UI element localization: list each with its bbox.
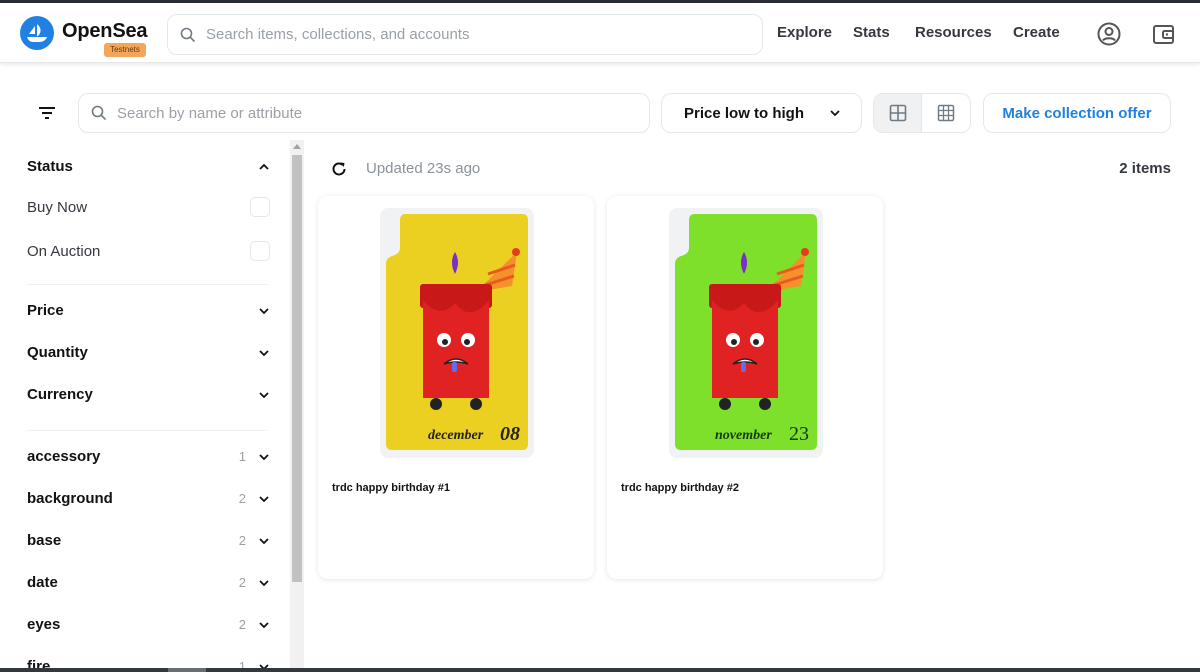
make-collection-offer-button[interactable]: Make collection offer	[983, 93, 1171, 133]
trait-label: date	[27, 574, 58, 591]
filter-currency-title: Currency	[27, 386, 93, 403]
trait-label: base	[27, 532, 62, 549]
candle-artwork-icon: december 08	[386, 214, 528, 450]
nav-explore[interactable]: Explore	[777, 24, 832, 41]
filter-price-title: Price	[27, 302, 64, 319]
candle-artwork-icon: november 23	[675, 214, 817, 450]
large-grid-icon	[889, 104, 906, 122]
nft-card[interactable]: december 08 trdc happy birthday #1	[318, 196, 594, 579]
filter-quantity-title: Quantity	[27, 344, 88, 361]
buy-now-checkbox[interactable]	[250, 197, 270, 217]
refresh-icon[interactable]	[330, 160, 348, 178]
chevron-down-icon	[830, 110, 840, 117]
chevron-down-icon	[259, 537, 269, 544]
art-month: november	[715, 428, 772, 443]
sort-value: Price low to high	[684, 104, 805, 122]
testnets-badge: Testnets	[104, 43, 146, 57]
chevron-down-icon	[259, 453, 269, 460]
chevron-down-icon	[259, 621, 269, 628]
filter-status-title: Status	[27, 158, 73, 175]
scroll-up-arrow-icon[interactable]	[293, 144, 301, 149]
trait-fire[interactable]: fire 1	[27, 658, 270, 668]
divider	[27, 284, 267, 285]
search-icon	[91, 105, 107, 121]
horizontal-scroll-thumb[interactable]	[168, 668, 206, 672]
chevron-down-icon	[259, 579, 269, 586]
account-icon[interactable]	[1096, 21, 1122, 47]
nav-stats[interactable]: Stats	[853, 24, 890, 41]
updated-timestamp: Updated 23s ago	[366, 160, 481, 177]
trait-label: accessory	[27, 448, 101, 465]
trait-label: background	[27, 490, 113, 507]
chevron-down-icon	[259, 391, 269, 398]
divider	[27, 430, 267, 431]
window-bottom-border	[0, 668, 1200, 672]
chevron-down-icon	[259, 349, 269, 356]
top-header: OpenSea Testnets Explore Stats Resources…	[0, 3, 1200, 63]
status-option-on-auction[interactable]: On Auction	[27, 241, 270, 261]
art-day: 08	[500, 423, 520, 445]
trait-count: 2	[238, 575, 246, 590]
small-grid-button[interactable]	[922, 94, 970, 132]
buy-now-label: Buy Now	[27, 198, 88, 216]
filter-quantity[interactable]: Quantity	[27, 344, 270, 361]
collection-search-input[interactable]	[117, 104, 617, 122]
brand-name[interactable]: OpenSea	[62, 20, 148, 43]
global-search[interactable]	[167, 14, 763, 55]
trait-label: fire	[27, 658, 51, 668]
large-grid-button[interactable]	[874, 94, 923, 132]
items-count: 2 items	[1119, 160, 1171, 177]
sidebar-scrollbar[interactable]	[290, 140, 304, 668]
filter-toggle-icon[interactable]	[36, 102, 58, 122]
trait-eyes[interactable]: eyes 2	[27, 616, 270, 633]
filter-currency[interactable]: Currency	[27, 386, 270, 403]
trait-count: 2	[238, 491, 246, 506]
on-auction-checkbox[interactable]	[250, 241, 270, 261]
filter-sidebar: Status Buy Now On Auction Price Quantity…	[0, 140, 290, 668]
trait-count: 1	[238, 449, 246, 464]
trait-background[interactable]: background 2	[27, 490, 270, 507]
nft-card[interactable]: november 23 trdc happy birthday #2	[607, 196, 883, 579]
trait-count: 1	[238, 659, 246, 668]
view-mode-toggle	[873, 93, 971, 133]
nft-name[interactable]: trdc happy birthday #2	[621, 482, 739, 494]
nav-resources[interactable]: Resources	[915, 24, 992, 41]
trait-count: 2	[238, 617, 246, 632]
art-month: december	[428, 428, 484, 443]
nav-create[interactable]: Create	[1013, 24, 1060, 41]
chevron-up-icon	[259, 163, 269, 170]
trait-count: 2	[238, 533, 246, 548]
trait-label: eyes	[27, 616, 61, 633]
collection-search[interactable]	[78, 93, 650, 133]
status-option-buy-now[interactable]: Buy Now	[27, 197, 270, 217]
global-search-input[interactable]	[206, 26, 726, 43]
art-day: 23	[789, 423, 809, 445]
scrollbar-thumb[interactable]	[292, 155, 302, 582]
trait-accessory[interactable]: accessory 1	[27, 448, 270, 465]
chevron-down-icon	[259, 663, 269, 668]
chevron-down-icon	[259, 495, 269, 502]
nft-name[interactable]: trdc happy birthday #1	[332, 482, 450, 494]
opensea-logo-icon[interactable]	[20, 16, 54, 50]
trait-date[interactable]: date 2	[27, 574, 270, 591]
on-auction-label: On Auction	[27, 242, 101, 260]
nft-image: november 23	[669, 208, 823, 458]
nft-image: december 08	[380, 208, 534, 458]
wallet-icon[interactable]	[1151, 21, 1177, 47]
sort-dropdown[interactable]: Price low to high	[661, 93, 862, 133]
filter-status-header[interactable]: Status	[27, 158, 270, 175]
chevron-down-icon	[259, 307, 269, 314]
trait-base[interactable]: base 2	[27, 532, 270, 549]
small-grid-icon	[937, 104, 955, 122]
search-icon	[180, 27, 196, 42]
filter-price[interactable]: Price	[27, 302, 270, 319]
